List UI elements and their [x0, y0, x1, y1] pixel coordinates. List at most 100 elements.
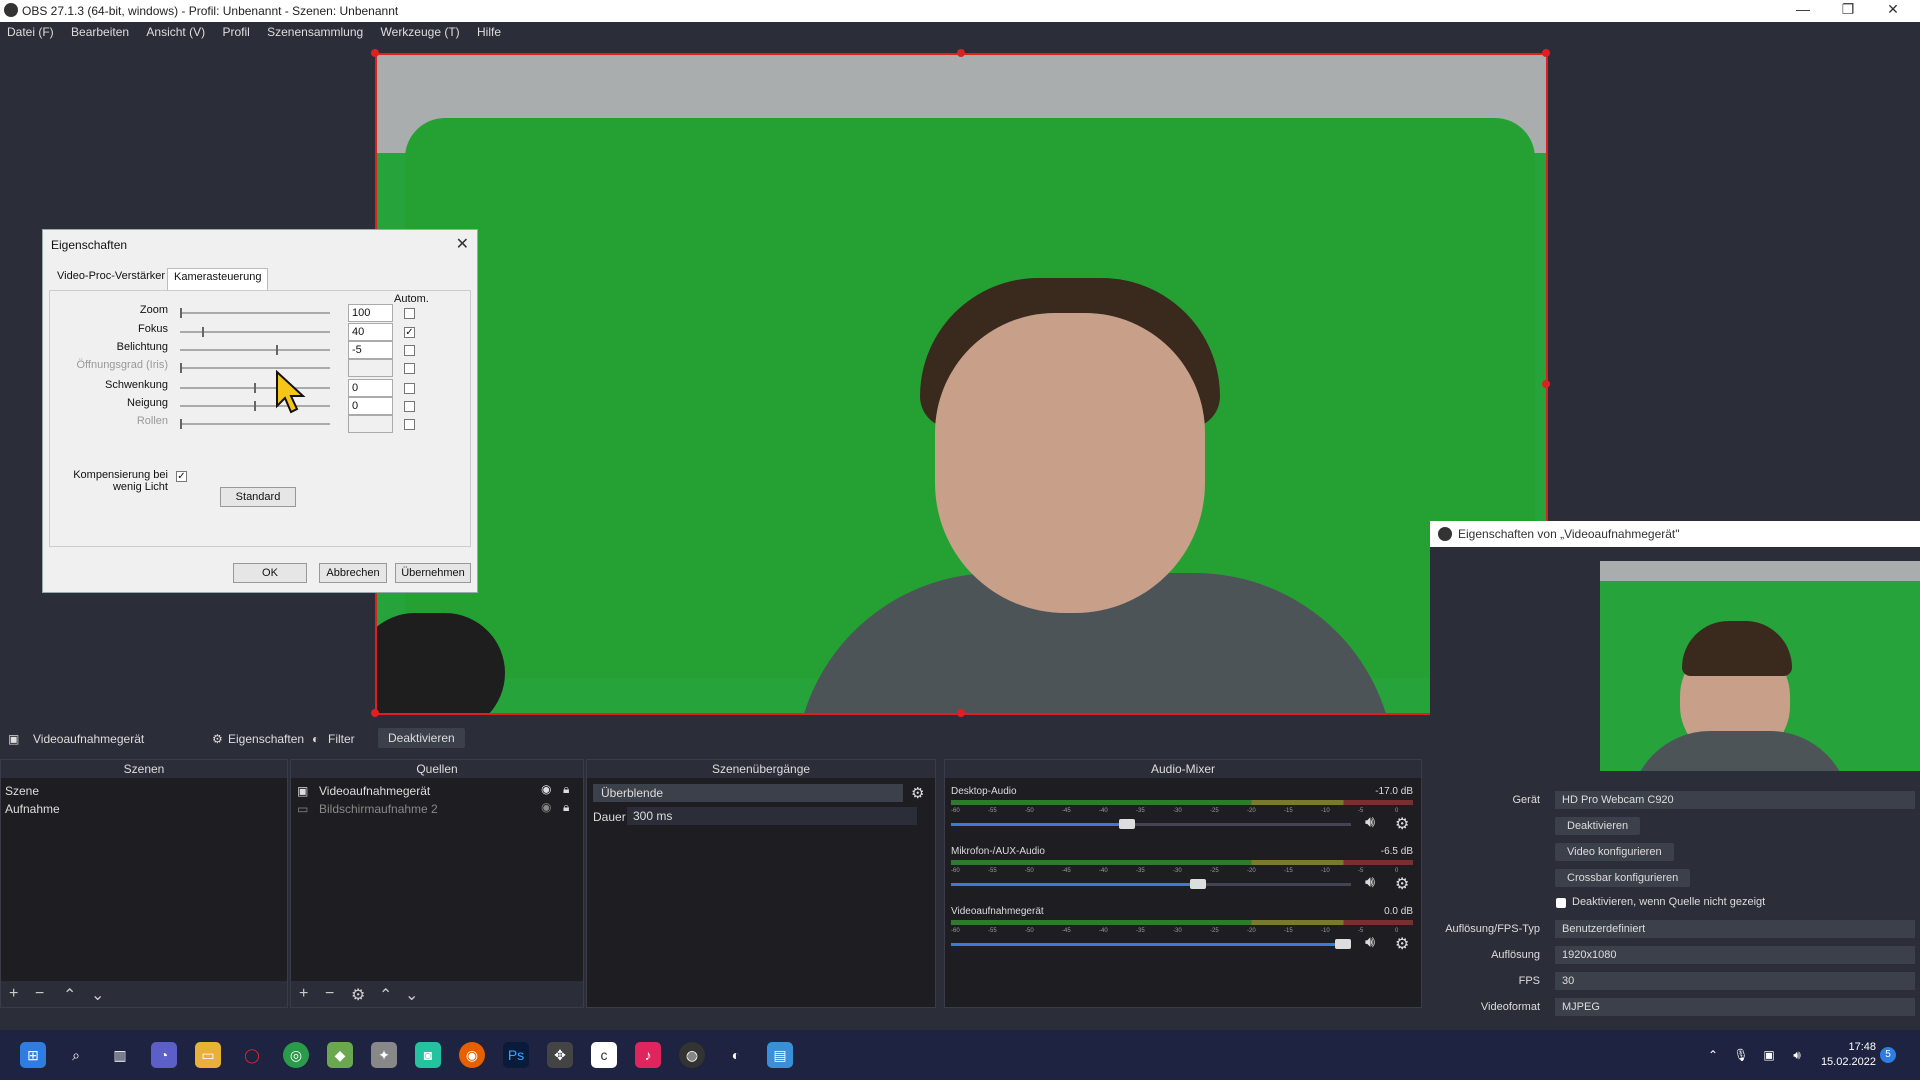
deactivate-device-button[interactable]: Deaktivieren — [1555, 817, 1641, 835]
configure-video-button[interactable]: Video konfigurieren — [1555, 843, 1674, 861]
photoshop-icon[interactable]: Ps — [503, 1042, 529, 1068]
speaker-icon[interactable]: 🔊︎ — [1365, 814, 1375, 832]
move-up-icon[interactable]: ⌃ — [379, 985, 392, 1005]
fader-knob[interactable] — [1190, 879, 1206, 889]
configure-crossbar-button[interactable]: Crossbar konfigurieren — [1555, 869, 1691, 887]
device-select[interactable]: HD Pro Webcam C920 — [1555, 791, 1915, 809]
remove-icon[interactable]: − — [325, 985, 334, 1003]
auto-checkbox[interactable] — [404, 401, 415, 412]
control-value[interactable] — [348, 359, 393, 377]
menu-bearbeiten[interactable]: Bearbeiten — [64, 22, 136, 42]
control-value[interactable]: -5 — [348, 341, 393, 359]
control-value[interactable]: 100 — [348, 304, 393, 322]
fader-knob[interactable] — [1335, 939, 1351, 949]
scene-item[interactable]: Aufnahme — [5, 802, 60, 816]
remove-icon[interactable]: − — [35, 985, 44, 1003]
control-slider[interactable] — [180, 327, 330, 337]
slider-thumb[interactable] — [276, 345, 278, 355]
network-icon[interactable]: ▣ — [1756, 1042, 1782, 1068]
opera-icon[interactable]: ◯ — [239, 1042, 265, 1068]
speaker-icon[interactable]: 🔊︎ — [1365, 934, 1375, 952]
auto-checkbox[interactable] — [404, 383, 415, 394]
move-down-icon[interactable]: ⌄ — [405, 985, 418, 1005]
task-view-icon[interactable]: ▥ — [107, 1042, 133, 1068]
add-icon[interactable]: + — [299, 985, 308, 1003]
lock-icon[interactable]: 🔒︎ — [563, 782, 569, 797]
microphone-icon[interactable]: 🎙︎ — [1728, 1042, 1754, 1068]
speaker-icon[interactable]: 🔊︎ — [1365, 874, 1375, 892]
slider-thumb[interactable] — [180, 308, 182, 318]
filter-button[interactable]: Filter — [328, 732, 355, 746]
control-slider[interactable] — [180, 419, 330, 429]
resize-handle[interactable] — [957, 709, 965, 717]
gear-icon[interactable]: ⚙ — [212, 732, 223, 746]
ok-button[interactable]: OK — [233, 563, 307, 583]
davinci-icon[interactable]: ✥ — [547, 1042, 573, 1068]
minimize-button[interactable]: — — [1783, 1, 1823, 17]
resize-handle[interactable] — [957, 49, 965, 57]
cricut-icon[interactable]: c — [591, 1042, 617, 1068]
visibility-eye-icon[interactable]: ◉ — [541, 800, 551, 814]
slider-thumb[interactable] — [254, 401, 256, 411]
music-app-icon[interactable]: ♪ — [635, 1042, 661, 1068]
menu-ansicht[interactable]: Ansicht (V) — [139, 22, 212, 42]
obs-icon[interactable]: ◍ — [679, 1042, 705, 1068]
auto-checkbox[interactable] — [404, 419, 415, 430]
close-button[interactable]: ✕ — [1873, 1, 1913, 18]
rocket-app-icon[interactable]: ✦ — [371, 1042, 397, 1068]
chat-bubble-icon[interactable]: ◐ — [723, 1042, 749, 1068]
deactivate-hidden-checkbox[interactable] — [1556, 898, 1566, 908]
volume-fader[interactable] — [951, 939, 1351, 949]
control-value[interactable]: 0 — [348, 379, 393, 397]
menu-datei[interactable]: Datei (F) — [0, 22, 61, 42]
standard-button[interactable]: Standard — [220, 487, 296, 507]
deactivate-button[interactable]: Deaktivieren — [378, 728, 465, 748]
gear-icon[interactable]: ⚙ — [1395, 814, 1409, 834]
tab-kamerasteuerung[interactable]: Kamerasteuerung — [167, 268, 269, 291]
slider-thumb[interactable] — [254, 383, 256, 393]
volume-fader[interactable] — [951, 819, 1351, 829]
control-slider[interactable] — [180, 345, 330, 355]
source-item[interactable]: Bildschirmaufnahme 2 — [319, 802, 438, 816]
filter-icon[interactable]: ◐ — [312, 732, 319, 746]
add-icon[interactable]: + — [9, 985, 18, 1003]
clock[interactable]: 17:48 15.02.2022 — [1821, 1040, 1876, 1070]
menu-profil[interactable]: Profil — [215, 22, 256, 42]
dialog-close-icon[interactable]: ✕ — [456, 234, 469, 254]
apply-button[interactable]: Übernehmen — [395, 563, 471, 583]
control-value[interactable]: 0 — [348, 397, 393, 415]
scene-item[interactable]: Szene — [5, 784, 39, 798]
slider-thumb[interactable] — [180, 363, 182, 373]
file-explorer-icon[interactable]: ▭ — [195, 1042, 221, 1068]
notification-icon[interactable]: 5 — [1880, 1047, 1896, 1063]
duration-input[interactable]: 300 ms — [627, 807, 917, 825]
auto-checkbox[interactable] — [404, 308, 415, 319]
auto-checkbox[interactable] — [404, 345, 415, 356]
video-format-select[interactable]: MJPEG — [1555, 998, 1915, 1016]
volume-fader[interactable] — [951, 879, 1351, 889]
source-item[interactable]: Videoaufnahmegerät — [319, 784, 430, 798]
auto-checkbox[interactable]: ✓ — [404, 327, 415, 338]
notepad-icon[interactable]: ▤ — [767, 1042, 793, 1068]
lowlight-checkbox[interactable]: ✓ — [176, 471, 187, 482]
maximize-button[interactable]: ❐ — [1828, 1, 1868, 18]
layers-app-icon[interactable]: ◆ — [327, 1042, 353, 1068]
chat-icon[interactable]: ◔ — [151, 1042, 177, 1068]
fader-knob[interactable] — [1119, 819, 1135, 829]
properties-button[interactable]: Eigenschaften — [228, 732, 304, 746]
resize-handle[interactable] — [1542, 380, 1550, 388]
windows-start-icon[interactable]: ⊞ — [20, 1042, 46, 1068]
resize-handle[interactable] — [371, 709, 379, 717]
whatsapp-icon[interactable]: ◙ — [415, 1042, 441, 1068]
control-slider[interactable] — [180, 363, 330, 373]
menu-werkzeuge[interactable]: Werkzeuge (T) — [374, 22, 467, 42]
menu-hilfe[interactable]: Hilfe — [470, 22, 508, 42]
chevron-up-icon[interactable]: ⌃ — [1700, 1042, 1726, 1068]
chrome-icon[interactable]: ◎ — [283, 1042, 309, 1068]
move-down-icon[interactable]: ⌄ — [91, 985, 104, 1005]
fps-select[interactable]: 30 — [1555, 972, 1915, 990]
slider-thumb[interactable] — [202, 327, 204, 337]
search-icon[interactable]: ⌕ — [63, 1042, 89, 1068]
slider-thumb[interactable] — [180, 419, 182, 429]
control-slider[interactable] — [180, 308, 330, 318]
